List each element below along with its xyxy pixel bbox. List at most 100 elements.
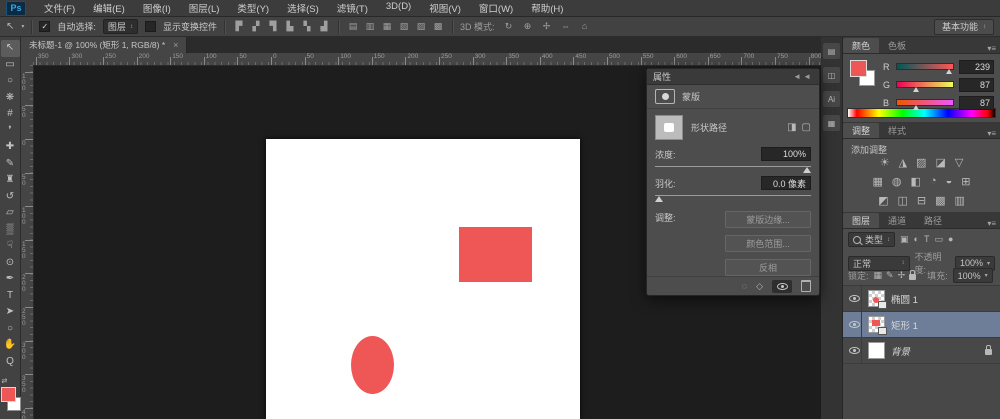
canvas-ellipse-shape[interactable] [351,336,394,394]
channel-value[interactable]: 87 [959,95,994,110]
layer-visibility-toggle[interactable] [847,286,862,311]
adjustment-curves-icon[interactable]: ▨ [916,156,926,169]
show-transform-checkbox[interactable] [144,21,156,32]
filter-type-layers-icon[interactable]: T [924,234,930,245]
distribute-bottom-edges-icon[interactable]: ▦ [380,21,394,32]
auto-select-target-dropdown[interactable]: 图层 ↕ [102,19,138,34]
adjustment-vibrance-icon[interactable]: ▽ [955,156,963,169]
lasso-tool[interactable]: ○ [1,73,20,90]
lock-image-pixels-icon[interactable]: ✎ [886,270,894,281]
align-vertical-centers-icon[interactable]: ▚ [300,21,314,32]
pen-tool[interactable]: ✒ [1,271,20,288]
lock-position-icon[interactable]: ✢ [898,270,906,281]
auto-select-checkbox[interactable]: ✓ [39,21,51,32]
menu-item-文件F[interactable]: 文件(F) [44,1,75,15]
3d-rotate-icon[interactable]: ↻ [501,21,515,32]
adjustment-posterize-icon[interactable]: ◫ [897,194,907,207]
distribute-horizontal-centers-icon[interactable]: ▨ [414,21,428,32]
clone-stamp-tool[interactable]: ♜ [1,172,20,189]
menu-item-选择S[interactable]: 选择(S) [287,1,319,15]
adjustment-exposure-icon[interactable]: ◪ [935,156,945,169]
layer-filter-dropdown[interactable]: 类型 ↕ [848,232,896,247]
canvas-rectangle-shape[interactable] [459,227,532,282]
channel-value[interactable]: 87 [959,77,994,92]
layer-visibility-toggle[interactable] [847,312,862,337]
adjustment-color-balance-icon[interactable]: ◍ [892,175,902,188]
adjustment-black-white-icon[interactable]: ◧ [911,175,921,188]
channel-slider[interactable] [896,81,954,92]
brush-tool[interactable]: ✎ [1,156,20,173]
filter-adjustment-layers-icon[interactable]: ◐ [914,234,919,245]
3d-drag-icon[interactable]: ✢ [539,21,553,32]
filter-shape-layers-icon[interactable]: ▭ [934,234,943,245]
filter-smart-objects-icon[interactable]: ● [948,234,953,245]
foreground-color-swatch[interactable] [850,60,867,77]
invert-button[interactable]: 反相 [725,259,811,276]
menu-item-图像I[interactable]: 图像(I) [143,1,171,15]
smudge-tool[interactable]: ☟ [1,238,20,255]
menu-item-3DD[interactable]: 3D(D) [386,1,411,15]
layer-thumbnail[interactable] [868,290,887,309]
crop-tool[interactable]: # [1,106,20,123]
tab-channels[interactable]: 通道 [879,213,915,228]
apply-mask-icon[interactable]: ◇ [756,281,763,292]
collapsed-panel-info-icon[interactable]: ◫ [823,67,840,83]
adjustment-invert-icon[interactable]: ◩ [878,194,888,207]
color-range-button[interactable]: 颜色范围... [725,235,811,252]
foreground-color-swatch[interactable] [0,387,16,402]
hand-tool[interactable]: ✋ [1,337,20,354]
adjustment-brightness-contrast-icon[interactable]: ☀ [880,156,890,169]
distribute-right-edges-icon[interactable]: ▩ [431,21,445,32]
close-tab-button[interactable]: × [173,40,178,50]
eraser-tool[interactable]: ▱ [1,205,20,222]
eyedropper-tool[interactable]: ❜ [1,123,20,140]
menu-item-滤镜T[interactable]: 滤镜(T) [337,1,368,15]
channel-slider[interactable] [896,63,954,74]
panel-collapse-icon[interactable]: ◄◄ [793,72,813,81]
menu-item-窗口W[interactable]: 窗口(W) [479,1,513,15]
tab-adjustments[interactable]: 调整 [843,123,880,138]
spot-healing-brush-tool[interactable]: ✚ [1,139,20,156]
mask-edge-button[interactable]: 蒙版边缘... [725,211,811,228]
canvas[interactable] [266,139,580,419]
adjustment-gradient-map-icon[interactable]: ▥ [955,194,965,207]
shape-path-thumbnail[interactable] [655,114,683,140]
density-slider[interactable] [655,164,811,174]
adjustment-channel-mixer-icon[interactable]: ◒ [946,175,953,188]
fill-dropdown[interactable]: 100% ▾ [952,268,993,283]
tab-color[interactable]: 颜色 [843,38,880,53]
vertical-ruler[interactable]: 100 50 0 50 100 150 200 250 300 350 400 [21,65,34,419]
adjustment-hue-saturation-icon[interactable]: ▦ [873,175,883,188]
default-swap-colors-icon[interactable]: ⇄ [2,377,8,385]
3d-slide-icon[interactable]: ⇔ [558,21,572,32]
density-value[interactable]: 100% [761,147,811,161]
type-tool[interactable]: T [1,288,20,305]
align-right-edges-icon[interactable]: ▜ [266,21,280,32]
delete-mask-icon[interactable] [801,280,811,292]
zoom-tool[interactable]: Q [1,354,20,371]
filter-pixel-layers-icon[interactable]: ▣ [900,234,909,245]
document-tab[interactable]: 未标题-1 @ 100% (矩形 1, RGB/8) * × [21,37,188,53]
load-selection-from-mask-icon[interactable]: ◌ [742,281,747,291]
layer-row[interactable]: 矩形 1 [843,312,1000,338]
menu-item-帮助H[interactable]: 帮助(H) [531,1,563,15]
panel-menu-icon[interactable]: ▾≡ [987,129,1000,138]
menu-item-视图V[interactable]: 视图(V) [429,1,461,15]
tab-paths[interactable]: 路径 [915,213,951,228]
align-horizontal-centers-icon[interactable]: ▞ [249,21,263,32]
channel-slider-thumb[interactable] [946,69,953,74]
align-top-edges-icon[interactable]: ▙ [283,21,297,32]
collapsed-panel-history-icon[interactable]: ▤ [823,43,840,59]
lock-all-icon[interactable] [909,270,917,280]
feather-slider-thumb[interactable] [655,196,663,202]
panel-menu-icon[interactable]: ▾≡ [987,219,1000,228]
adjustment-photo-filter-icon[interactable]: ◔ [930,175,937,188]
layer-thumbnail[interactable] [868,316,887,335]
horizontal-ruler[interactable]: 350 300 250 200 150 100 50 0 50 100 150 200 250 300 35… [33,53,821,66]
lock-transparent-pixels-icon[interactable]: ▦ [874,270,883,281]
collapsed-panel-ai-icon[interactable]: Ai [823,91,840,107]
quick-selection-tool[interactable]: ❋ [1,90,20,107]
menu-item-编辑E[interactable]: 编辑(E) [93,1,125,15]
distribute-top-edges-icon[interactable]: ▤ [346,21,360,32]
gradient-tool[interactable]: ▒ [1,222,20,239]
